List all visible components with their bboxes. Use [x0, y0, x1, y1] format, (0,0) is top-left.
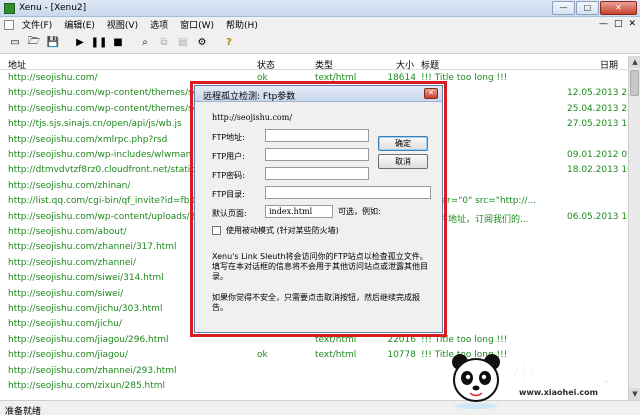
row-url: http://seojishu.com/xmlrpc.php?rsd: [8, 134, 168, 145]
menu-help[interactable]: 帮助(H): [226, 18, 258, 31]
ftp-user-field[interactable]: [265, 148, 369, 161]
minimize-button[interactable]: —: [552, 1, 575, 15]
column-header: 地址 状态 类型 大小 标题 日期: [0, 56, 628, 71]
watermark-url: www.xiaohei.com: [519, 388, 598, 397]
scroll-thumb[interactable]: [630, 70, 639, 96]
passive-mode-label[interactable]: 使用被动模式 (针对某些防火墙): [226, 225, 339, 236]
title-bar: Xenu - [Xenu2] — □ ✕: [0, 0, 640, 17]
row-url: http://seojishu.com/jiagou/296.html: [8, 334, 169, 345]
row-url: http://seojishu.com/zhannei/: [8, 257, 136, 268]
menu-edit[interactable]: 编辑(E): [64, 18, 95, 31]
properties-icon[interactable]: ▤: [174, 34, 192, 52]
xenu-app-icon: [4, 3, 15, 14]
dialog-note-info: Xenu's Link Sleuth将会访问你的FTP站点以检查孤立文件。填写在…: [212, 252, 428, 281]
ftp-params-dialog: 远程孤立检测: Ftp参数 ✕ http://seojishu.com/ FTP…: [194, 85, 443, 333]
copy-icon[interactable]: ⧉: [155, 34, 173, 52]
vertical-scrollbar[interactable]: ▲ ▼: [628, 56, 640, 400]
row-url: http://seojishu.com/wp-content/themes/se…: [8, 103, 214, 114]
mdi-restore-button[interactable]: □: [614, 19, 623, 29]
row-url: http://seojishu.com/jichu/303.html: [8, 304, 163, 314]
ftp-directory-field[interactable]: [265, 186, 431, 199]
panda-mascot-icon: [452, 354, 500, 409]
dialog-host-url: http://seojishu.com/: [212, 113, 293, 122]
dialog-title: 远程孤立检测: Ftp参数: [203, 92, 296, 102]
row-url: http://seojishu.com/zixun/285.html: [8, 381, 166, 391]
mdi-document-icon[interactable]: [4, 19, 14, 30]
ftp-password-field[interactable]: [265, 167, 369, 180]
close-button[interactable]: ✕: [600, 1, 637, 15]
row-url: http://seojishu.com/zhannei/317.html: [8, 242, 177, 253]
stop-icon[interactable]: ■: [109, 34, 127, 52]
row-date: 27.05.2013 15: [567, 119, 628, 130]
status-text: 准备就绪: [5, 407, 42, 415]
row-url: http://seojishu.com/zhinan/: [8, 180, 131, 191]
row-type: text/html: [315, 350, 357, 361]
row-url: http://seojishu.com/jichu/: [8, 319, 122, 330]
watermark-text: 小黑游戏: [512, 359, 612, 388]
row-url: http://seojishu.com/siwei/314.html: [8, 273, 164, 284]
row-url: http://tjs.sjs.sinajs.cn/open/api/js/wb.…: [8, 119, 182, 130]
row-status: ok: [257, 350, 268, 361]
menu-bar: 文件(F) 编辑(E) 视图(V) 选项 窗口(W) 帮助(H) — □ ✕: [0, 17, 640, 32]
ftp-address-label: FTP地址:: [212, 133, 245, 142]
play-icon[interactable]: ▶: [71, 34, 89, 52]
row-date: 06.05.2013 15: [567, 211, 628, 222]
row-size: 10778: [387, 350, 416, 361]
row-url: http://seojishu.com/wp-includes/wlwmanif…: [8, 150, 214, 160]
row-date: 18.02.2013 16: [567, 165, 628, 176]
ok-button[interactable]: 确定: [378, 136, 428, 151]
optional-example-label: 可选，例如:: [338, 207, 381, 216]
menu-options[interactable]: 选项: [150, 18, 168, 31]
row-url: http://seojishu.com/siwei/: [8, 288, 124, 299]
ftp-address-field[interactable]: [265, 129, 369, 142]
dialog-title-bar: 远程孤立检测: Ftp参数 ✕: [195, 86, 442, 102]
binoculars-icon[interactable]: ⌕: [136, 34, 154, 52]
menu-file[interactable]: 文件(F): [22, 18, 52, 31]
window-title: Xenu - [Xenu2]: [19, 3, 87, 13]
open-folder-icon[interactable]: 🗁: [25, 34, 43, 52]
menu-window[interactable]: 窗口(W): [180, 18, 214, 31]
new-file-icon[interactable]: ▭: [6, 34, 24, 52]
ftp-user-label: FTP用户:: [212, 152, 245, 161]
row-date: 09.01.2012 02: [567, 150, 628, 160]
row-url: http://seojishu.com/wp-content/uploads/2…: [8, 211, 213, 222]
maximize-button[interactable]: □: [576, 1, 599, 15]
help-icon[interactable]: ?: [220, 34, 238, 52]
dialog-close-button[interactable]: ✕: [424, 88, 438, 99]
row-url: http://seojishu.com/wp-content/themes/se…: [8, 88, 214, 99]
scroll-up-arrow[interactable]: ▲: [629, 56, 640, 68]
mdi-close-button[interactable]: ✕: [628, 19, 636, 29]
row-url: http://list.qq.com/cgi-bin/qf_invite?id=…: [8, 196, 213, 207]
row-url: http://seojishu.com/about/: [8, 227, 127, 237]
toolbar: ▭ 🗁 💾 ▶ ❚❚ ■ ⌕ ⧉ ▤ ⚙ ?: [0, 32, 640, 54]
passive-mode-checkbox[interactable]: [212, 226, 221, 235]
row-url: http://dtmvdvtzf8rz0.cloudfront.net/stat…: [8, 165, 215, 176]
row-date: 12.05.2013 22: [567, 88, 628, 99]
ftp-directory-label: FTP目录:: [212, 190, 245, 199]
row-url: http://seojishu.com/jiagou/: [8, 350, 128, 361]
mdi-minimize-button[interactable]: —: [599, 19, 608, 29]
save-icon[interactable]: 💾: [44, 34, 62, 52]
row-date: 25.04.2013 23: [567, 103, 628, 114]
menu-view[interactable]: 视图(V): [107, 18, 138, 31]
row-url: http://seojishu.com/: [8, 73, 98, 83]
settings-icon[interactable]: ⚙: [193, 34, 211, 52]
default-page-field[interactable]: index.html: [265, 205, 333, 218]
default-page-label: 默认页面:: [212, 209, 247, 218]
ftp-password-label: FTP密码:: [212, 171, 245, 180]
dialog-note-cancel: 如果你觉得不安全，只需要点击取消按钮，然后继续完成报告。: [212, 293, 420, 312]
pause-icon[interactable]: ❚❚: [90, 34, 108, 52]
cancel-button[interactable]: 取消: [378, 154, 428, 169]
row-url: http://seojishu.com/zhannei/293.html: [8, 365, 177, 376]
watermark-logo: 小黑游戏 www.xiaohei.com: [447, 350, 637, 410]
